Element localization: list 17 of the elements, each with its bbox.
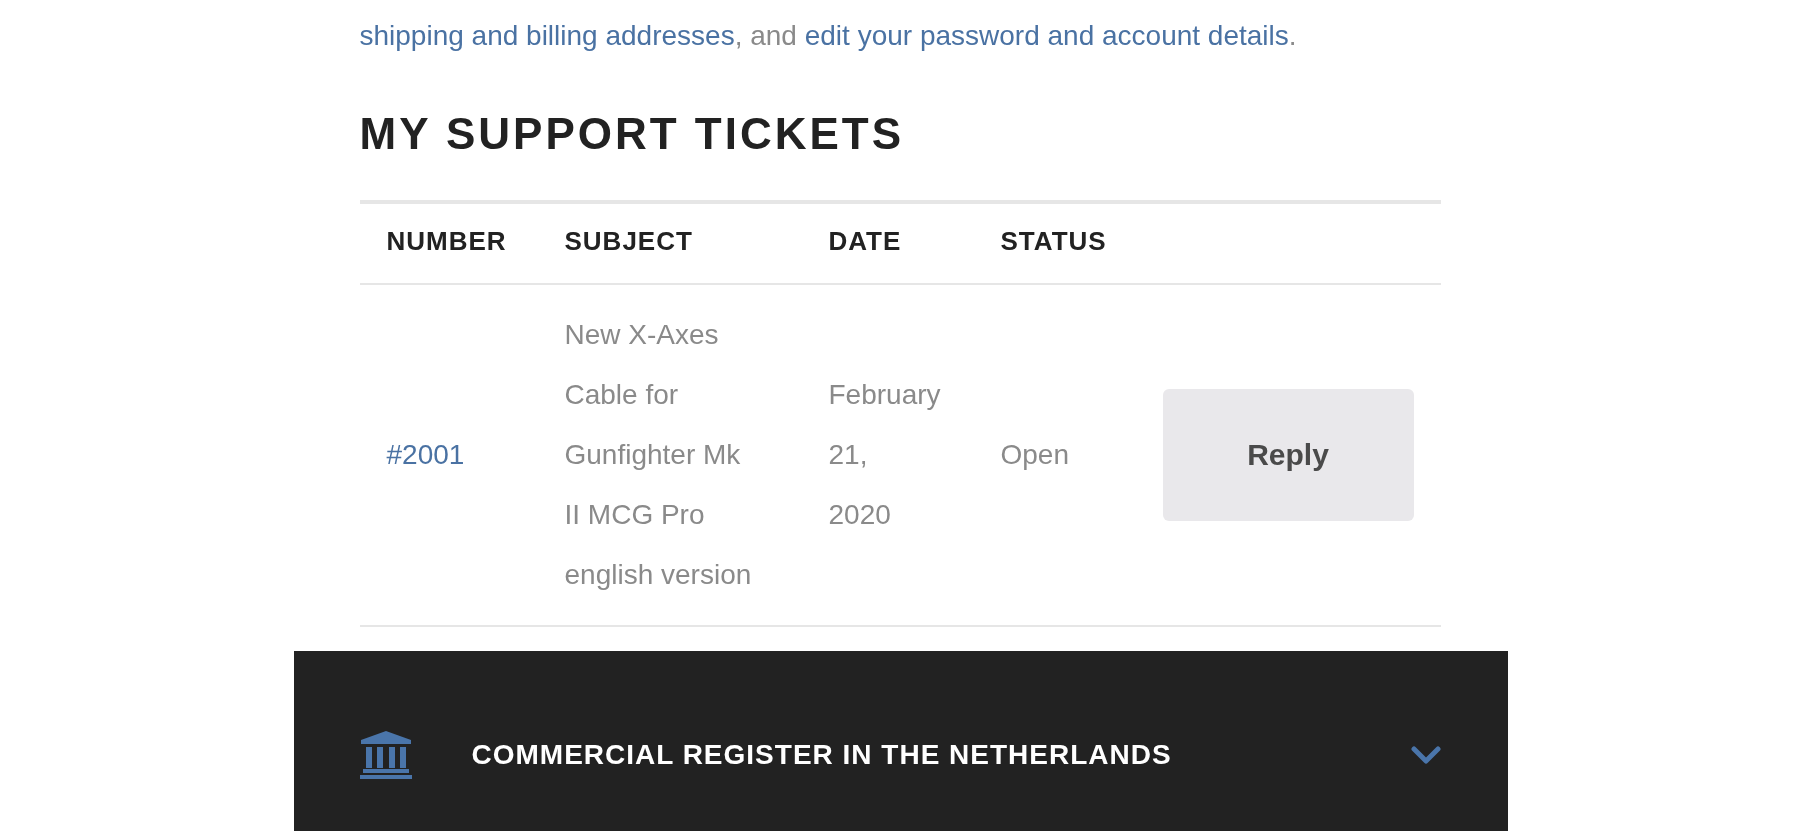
section-heading: MY SUPPORT TICKETS (359, 108, 905, 160)
table-cell-text: New X-Axes Cable for Gunfighter Mk II MCG Pro english version (564, 318, 753, 592)
text-link[interactable]: edit your password and account details (804, 20, 1289, 51)
accordion-header[interactable]: COMMERCIAL REGISTER IN THE NETHERLANDS (293, 651, 1508, 831)
ticket-number-link[interactable]: #2001 (386, 425, 465, 485)
column-header: STATUS (1000, 225, 1107, 258)
bank-icon (359, 731, 412, 779)
reply-button[interactable]: Reply (1162, 389, 1414, 521)
text-link[interactable]: shipping and billing addresses (359, 20, 735, 51)
table-cell-text: Open (1000, 438, 1069, 472)
chevron-icon[interactable] (1410, 746, 1441, 764)
column-header: SUBJECT (564, 225, 693, 258)
intro-text: shipping and billing addresses, and edit your password and account details. (359, 19, 1298, 53)
column-header: NUMBER (386, 225, 507, 258)
accordion-title: COMMERCIAL REGISTER IN THE NETHERLANDS (471, 738, 1172, 772)
table-cell-text: February 21, 2020 (828, 378, 942, 532)
column-header: DATE (828, 225, 902, 258)
